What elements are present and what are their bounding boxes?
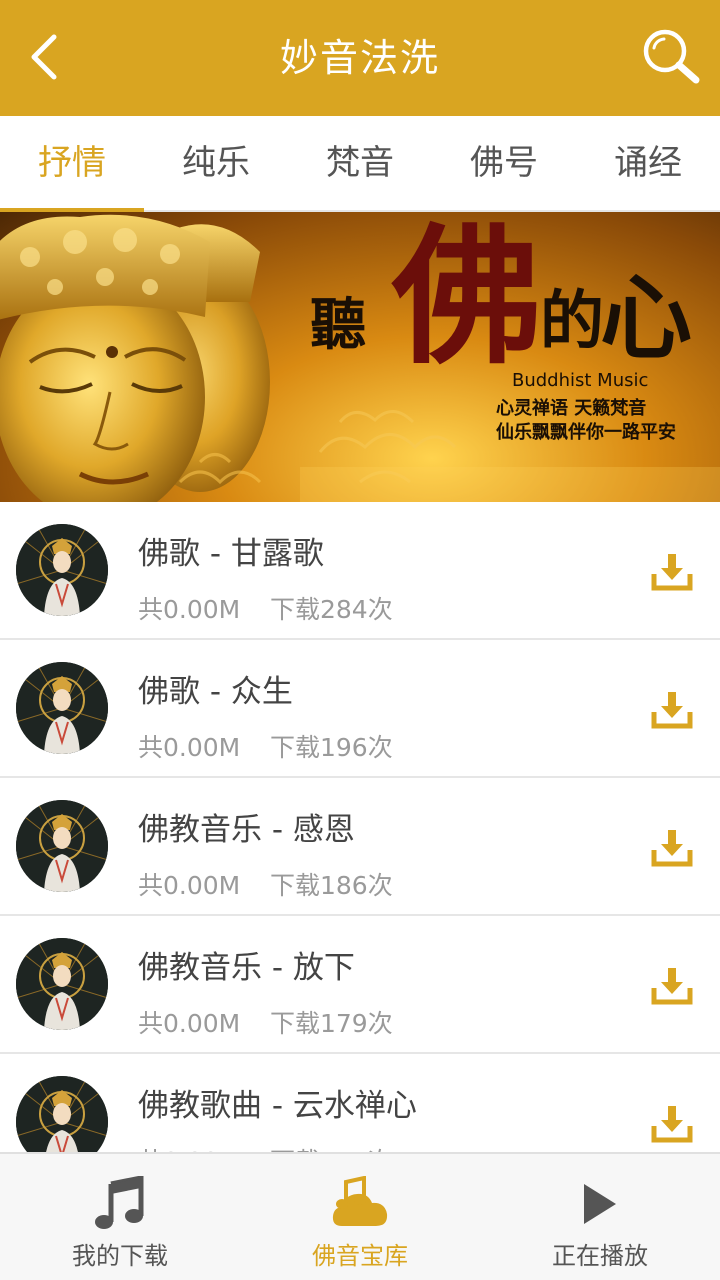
download-icon — [651, 692, 693, 729]
play-icon — [570, 1174, 630, 1234]
category-tabs: 抒情 纯乐 梵音 佛号 诵经 — [0, 116, 720, 212]
list-item[interactable]: 佛教音乐 - 感恩 共0.00M 下载186次 — [0, 778, 720, 916]
list-item[interactable]: 佛歌 - 众生 共0.00M 下载196次 — [0, 640, 720, 778]
banner-calligraphy: 聽 佛 的 心 Buddhist Music 心灵禅语 天籁梵音 仙乐飘飘伴你一… — [300, 212, 720, 502]
download-button[interactable] — [648, 826, 696, 870]
song-size: 共0.00M — [138, 733, 241, 762]
song-title: 佛教音乐 - 感恩 — [138, 812, 355, 848]
nav-label: 佛音宝库 — [312, 1242, 408, 1270]
download-icon — [651, 830, 693, 867]
page-title: 妙音法洗 — [279, 36, 440, 80]
list-item[interactable]: 佛教歌曲 - 云水禅心 共0.00M 下载175次 — [0, 1054, 720, 1152]
list-item[interactable]: 佛教音乐 - 放下 共0.00M 下载179次 — [0, 916, 720, 1054]
nav-label: 正在播放 — [552, 1242, 648, 1270]
song-title: 佛教音乐 - 放下 — [138, 950, 355, 986]
banner-tagline-1: 心灵禅语 天籁梵音 — [496, 398, 647, 419]
banner-tagline-2: 仙乐飘飘伴你一路平安 — [496, 422, 676, 443]
buddha-statue-image — [0, 214, 270, 502]
tab-sanskrit[interactable]: 梵音 — [288, 116, 432, 210]
tab-pure-music[interactable]: 纯乐 — [144, 116, 288, 210]
download-button[interactable] — [648, 550, 696, 594]
song-size: 共0.00M — [138, 1142, 240, 1152]
bodhisattva-icon — [16, 938, 108, 1030]
download-button[interactable] — [648, 688, 696, 732]
song-size: 共0.00M — [138, 595, 241, 624]
download-count: 下载284次 — [270, 595, 393, 624]
download-icon — [651, 554, 693, 591]
song-avatar — [16, 524, 108, 616]
bodhisattva-icon — [16, 524, 108, 616]
song-title: 佛歌 - 众生 — [138, 674, 293, 710]
song-size: 共0.00M — [138, 1009, 241, 1038]
song-title: 佛教歌曲 - 云水禅心 — [138, 1088, 417, 1124]
music-cloud-icon — [330, 1174, 390, 1234]
bodhisattva-icon — [16, 1076, 108, 1152]
download-count: 下载186次 — [270, 871, 393, 900]
song-avatar — [16, 1076, 108, 1152]
nav-my-downloads[interactable]: 我的下载 — [0, 1154, 240, 1280]
tab-sutra[interactable]: 诵经 — [576, 116, 720, 210]
song-title: 佛歌 - 甘露歌 — [138, 536, 324, 572]
promo-banner[interactable]: 聽 佛 的 心 Buddhist Music 心灵禅语 天籁梵音 仙乐飘飘伴你一… — [0, 212, 720, 502]
song-avatar — [16, 662, 108, 754]
download-icon — [651, 1106, 693, 1143]
music-note-icon — [90, 1174, 150, 1234]
search-icon — [643, 29, 700, 84]
nav-label: 我的下载 — [72, 1242, 168, 1270]
song-avatar — [16, 800, 108, 892]
back-button[interactable] — [14, 22, 74, 92]
download-icon — [651, 968, 693, 1005]
banner-char-ting: 聽 — [310, 292, 366, 358]
song-size: 共0.00M — [138, 871, 241, 900]
bodhisattva-icon — [16, 800, 108, 892]
download-button[interactable] — [648, 1102, 696, 1146]
download-button[interactable] — [648, 964, 696, 1008]
download-count: 下载196次 — [270, 733, 393, 762]
bottom-nav: 我的下载 佛音宝库 正在播放 — [0, 1152, 720, 1280]
banner-char-de: 的 — [540, 284, 604, 359]
nav-buddhist-library[interactable]: 佛音宝库 — [240, 1154, 480, 1280]
app-header: 妙音法洗 — [0, 0, 720, 116]
song-avatar — [16, 938, 108, 1030]
banner-char-xin: 心 — [600, 264, 693, 372]
download-count: 下载179次 — [270, 1009, 393, 1038]
list-item[interactable]: 佛歌 - 甘露歌 共0.00M 下载284次 — [0, 502, 720, 640]
nav-now-playing[interactable]: 正在播放 — [480, 1154, 720, 1280]
download-count: 下载175次 — [270, 1142, 393, 1152]
banner-english: Buddhist Music — [512, 370, 649, 391]
tab-lyrical[interactable]: 抒情 — [0, 116, 144, 212]
banner-char-fo: 佛 — [392, 212, 543, 385]
bodhisattva-icon — [16, 662, 108, 754]
tab-buddha-name[interactable]: 佛号 — [432, 116, 576, 210]
song-list: 佛歌 - 甘露歌 共0.00M 下载284次 佛歌 - 众生 共0.00M 下载… — [0, 502, 720, 1152]
chevron-left-icon — [31, 34, 57, 80]
search-button[interactable] — [636, 22, 706, 92]
